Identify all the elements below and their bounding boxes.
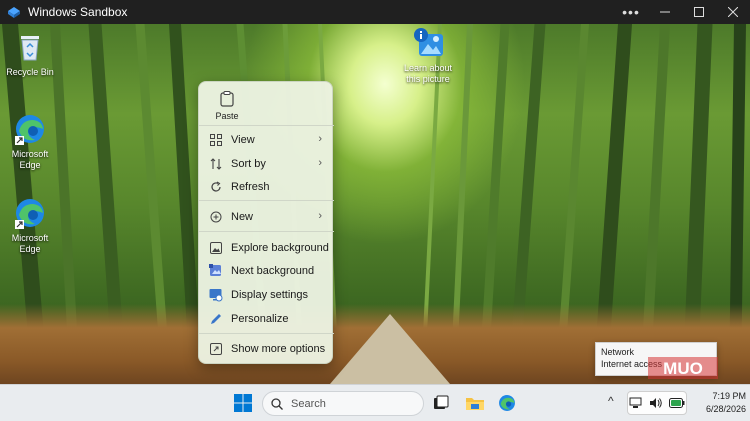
menu-item-next-background[interactable]: Next background — [199, 260, 334, 282]
grid-icon — [209, 133, 223, 147]
paste-icon — [220, 91, 234, 107]
recycle-bin-icon — [13, 30, 47, 64]
menu-divider — [199, 125, 334, 126]
edge-taskbar-button[interactable] — [496, 392, 518, 414]
file-explorer-button[interactable] — [464, 392, 486, 414]
menu-item-label: Show more options — [231, 343, 326, 355]
paste-label: Paste — [215, 111, 239, 121]
menu-item-label: Display settings — [231, 289, 309, 301]
menu-item-sort-by[interactable]: Sort by › — [199, 153, 334, 175]
desktop-icon-recycle-bin[interactable]: Recycle Bin — [0, 30, 60, 78]
menu-item-refresh[interactable]: Refresh — [199, 176, 334, 198]
taskbar-clock[interactable]: 7:19 PM 6/28/2026 — [698, 390, 746, 416]
learn-picture-icon — [411, 26, 445, 60]
menu-item-label: Sort by — [231, 158, 266, 170]
menu-item-label: View — [231, 134, 255, 146]
folder-icon — [466, 398, 484, 410]
menu-item-show-more-options[interactable]: Show more options — [199, 338, 334, 360]
desktop-icon-learn-picture[interactable]: Learn about this picture — [397, 26, 459, 85]
paste-button[interactable]: Paste — [207, 88, 247, 124]
task-view-button[interactable] — [430, 392, 452, 414]
volume-icon — [650, 398, 662, 408]
next-image-icon — [209, 264, 223, 278]
menu-item-new[interactable]: New › — [199, 206, 334, 228]
window-titlebar: Windows Sandbox ••• — [0, 0, 750, 24]
menu-item-personalize[interactable]: Personalize — [199, 308, 334, 330]
menu-item-view[interactable]: View › — [199, 129, 334, 151]
search-placeholder: Search — [291, 397, 326, 410]
window-controls: ••• — [614, 0, 750, 24]
close-icon[interactable] — [716, 0, 750, 24]
watermark-text: MUO — [663, 359, 703, 378]
menu-item-explore-background[interactable]: Explore background — [199, 237, 334, 259]
search-icon — [271, 397, 283, 410]
start-button[interactable] — [232, 392, 254, 414]
refresh-icon — [209, 180, 223, 194]
menu-divider — [199, 231, 334, 232]
plus-circle-icon — [209, 210, 223, 224]
maximize-icon[interactable] — [682, 0, 716, 24]
stone-path — [330, 314, 450, 384]
taskbar-search[interactable]: Search — [262, 391, 424, 416]
menu-item-display-settings[interactable]: Display settings — [199, 284, 334, 306]
menu-item-label: Next background — [231, 265, 315, 277]
desktop-icon-edge-1[interactable]: Microsoft Edge — [0, 112, 60, 171]
chevron-right-icon: › — [318, 210, 322, 222]
pen-icon — [209, 312, 223, 326]
window-title: Windows Sandbox — [28, 5, 128, 19]
desktop-icon-label: Learn about this picture — [403, 63, 453, 84]
desktop-wallpaper[interactable]: Recycle Bin Microsoft Edge Microsoft Edg — [0, 24, 750, 384]
chevron-right-icon: › — [318, 133, 322, 145]
menu-divider — [199, 200, 334, 201]
display-icon — [209, 288, 223, 302]
clock-time: 7:19 PM — [712, 391, 746, 401]
tray-overflow-chevron[interactable]: ^ — [608, 394, 614, 408]
desktop-icon-edge-2[interactable]: Microsoft Edge — [0, 196, 60, 255]
more-options-icon — [209, 342, 223, 356]
taskbar: Search ^ 7:19 PM 6/28/2026 — [0, 384, 750, 421]
chevron-right-icon: › — [318, 157, 322, 169]
quick-settings-button[interactable] — [627, 391, 687, 415]
more-icon[interactable]: ••• — [614, 0, 648, 24]
menu-item-label: New — [231, 211, 254, 223]
windows-logo-icon — [234, 394, 252, 412]
menu-divider — [199, 333, 334, 334]
battery-icon — [669, 398, 685, 408]
menu-item-label: Refresh — [231, 181, 270, 193]
sandbox-app-icon — [8, 7, 20, 18]
menu-item-label: Explore background — [231, 242, 329, 254]
desktop-icon-label: Microsoft Edge — [11, 233, 49, 254]
menu-item-label: Personalize — [231, 313, 289, 325]
task-view-icon — [434, 395, 449, 409]
muo-watermark-logo: MUO — [648, 357, 718, 379]
edge-icon — [13, 112, 47, 146]
network-icon — [629, 397, 642, 408]
desktop-context-menu: Paste View › Sort by › Refresh New › Exp… — [198, 81, 334, 364]
minimize-icon[interactable] — [648, 0, 682, 24]
clock-date: 6/28/2026 — [705, 404, 746, 414]
image-icon — [209, 241, 223, 255]
desktop-icon-label: Microsoft Edge — [11, 149, 49, 170]
sort-icon — [209, 157, 223, 171]
edge-icon — [499, 395, 515, 411]
edge-icon — [13, 196, 47, 230]
desktop-icon-label: Recycle Bin — [6, 67, 54, 77]
